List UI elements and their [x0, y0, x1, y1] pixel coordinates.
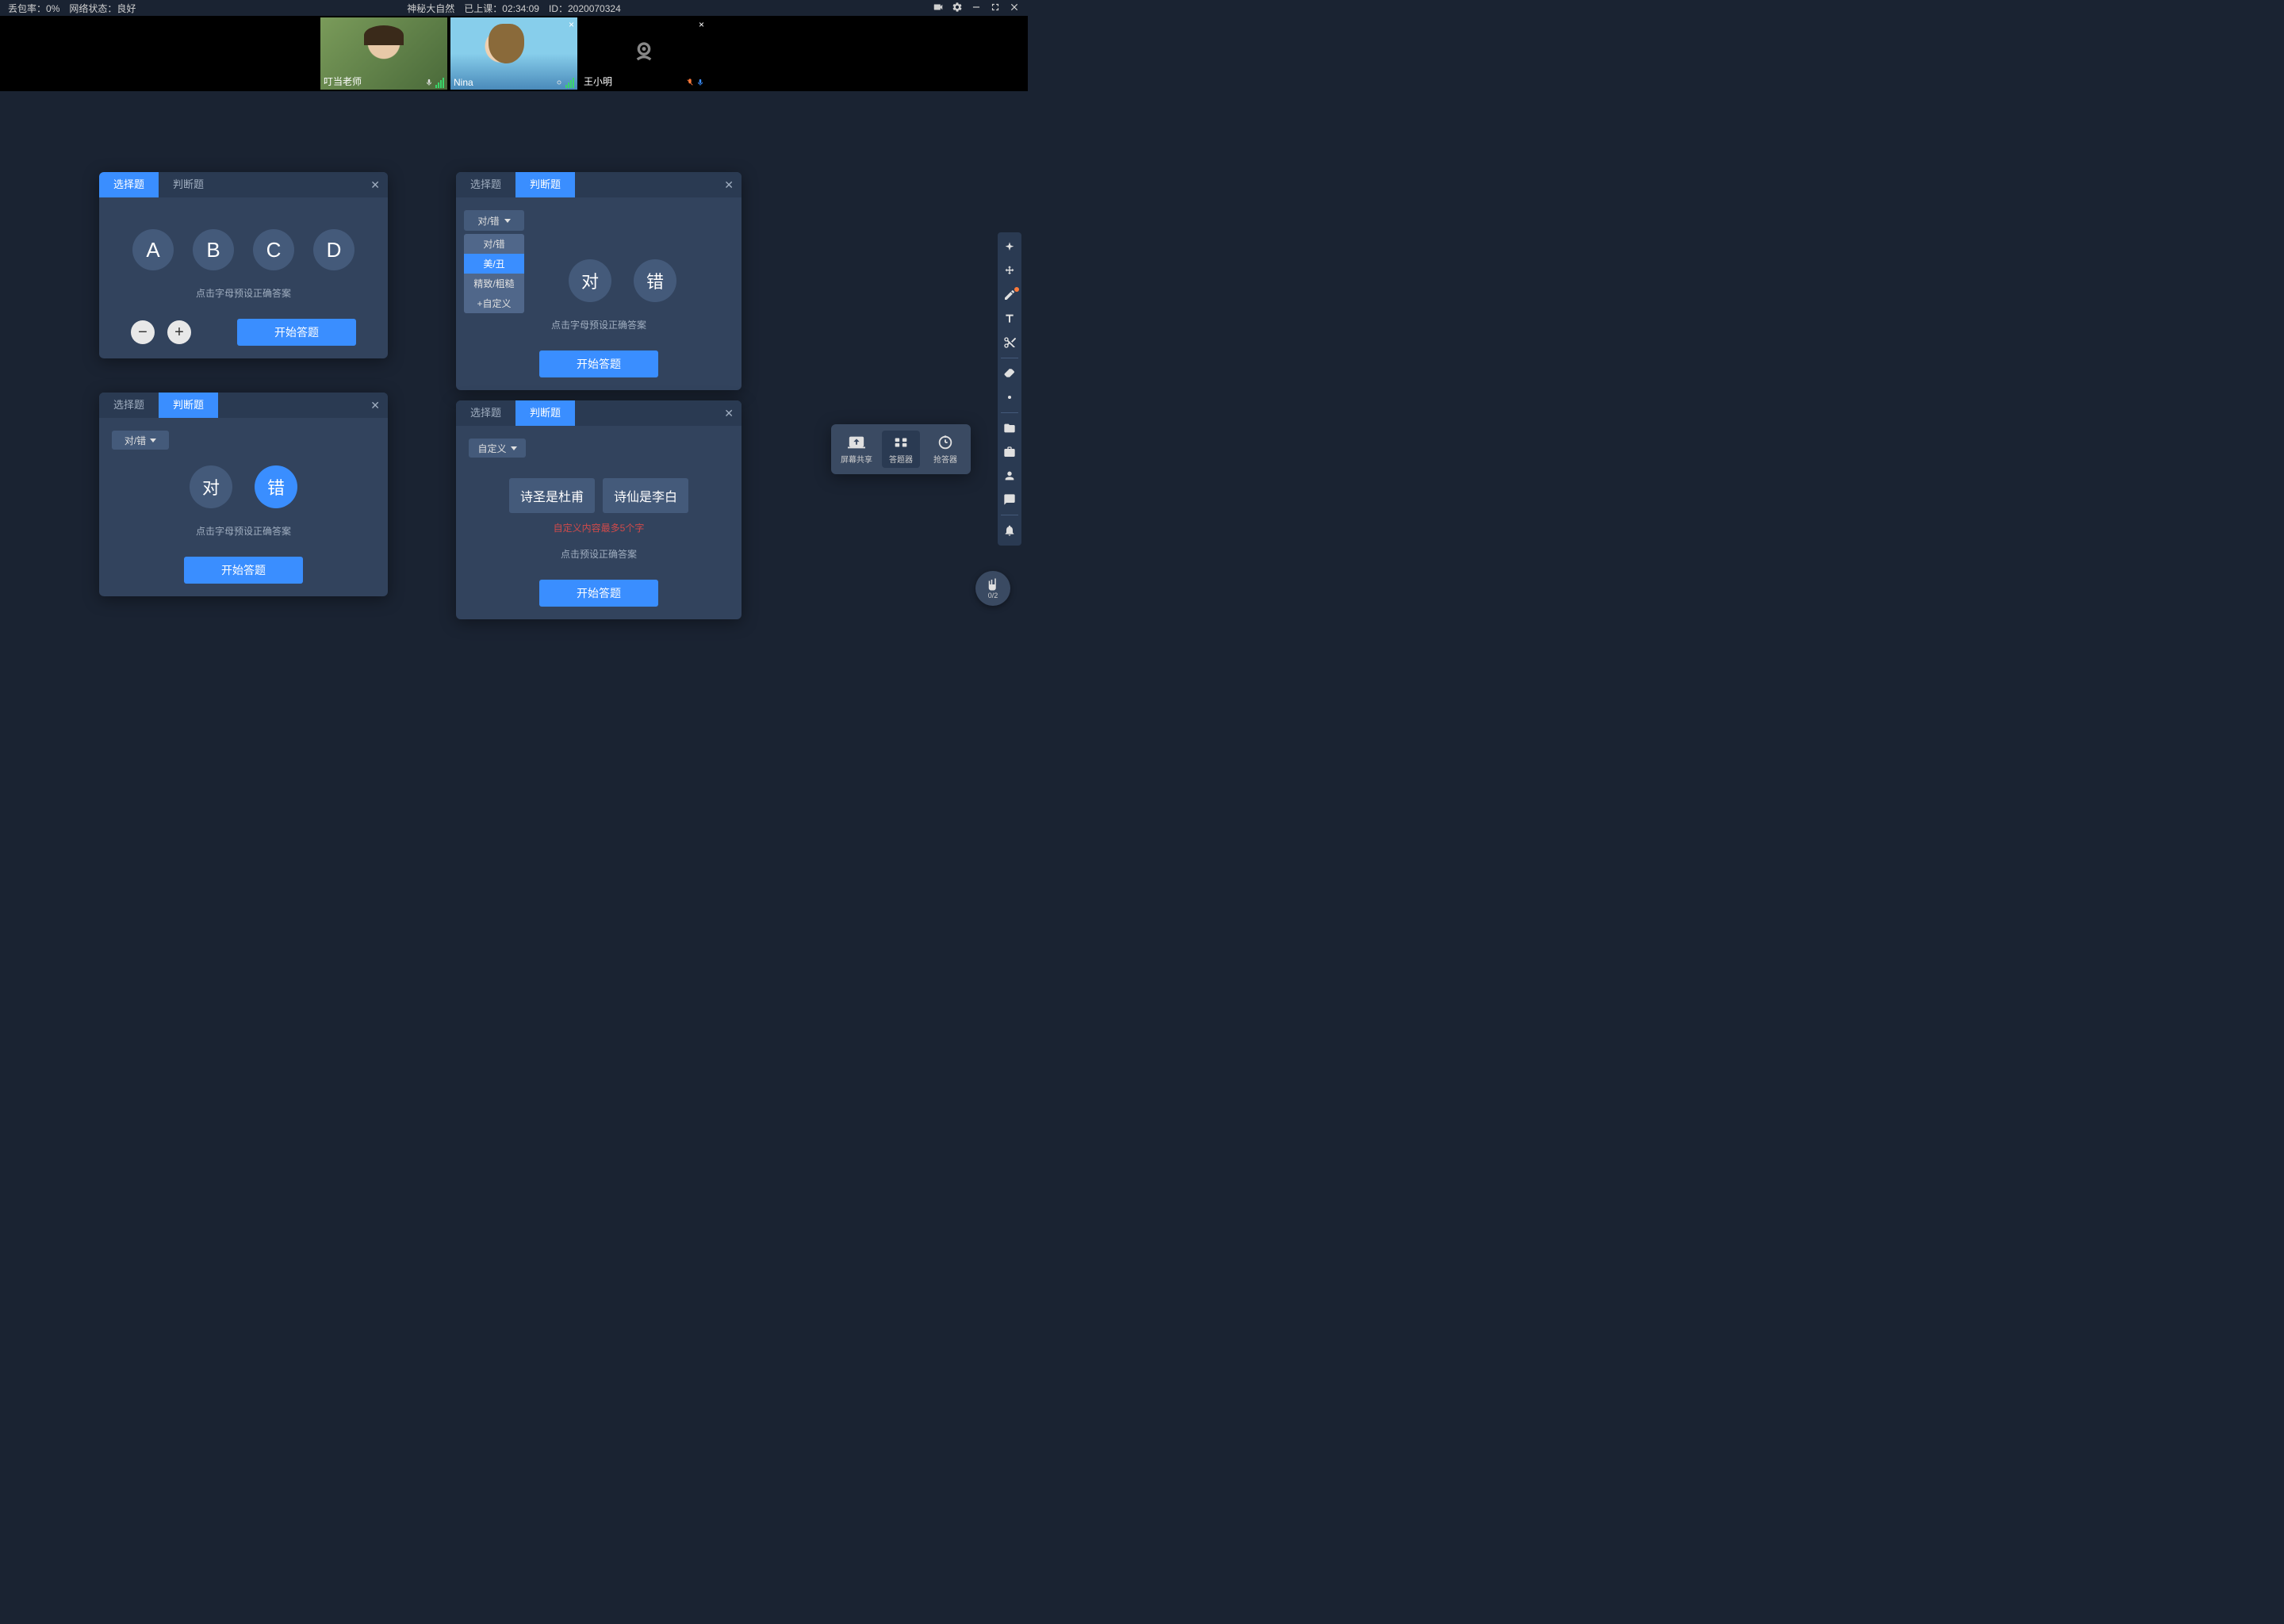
- tile-close-icon[interactable]: ×: [699, 19, 704, 30]
- participant-name: 叮当老师: [324, 75, 362, 88]
- close-icon[interactable]: ✕: [370, 399, 380, 412]
- add-option-button[interactable]: +: [167, 320, 191, 344]
- chevron-down-icon: [150, 439, 156, 442]
- option-a-button[interactable]: A: [132, 229, 174, 270]
- close-window-icon[interactable]: [1009, 2, 1020, 15]
- custom-option-chip[interactable]: 诗仙是李白: [603, 478, 688, 513]
- settings-icon[interactable]: [952, 2, 963, 15]
- toolbox-icon[interactable]: [999, 442, 1020, 462]
- person-icon[interactable]: [999, 465, 1020, 486]
- tab-judge[interactable]: 判断题: [515, 172, 575, 197]
- folder-icon[interactable]: [999, 418, 1020, 439]
- answer-tool-button[interactable]: 答题器: [882, 431, 920, 468]
- participant-name: 王小明: [584, 75, 612, 88]
- video-tile-teacher[interactable]: 叮当老师: [320, 17, 447, 90]
- option-c-button[interactable]: C: [253, 229, 294, 270]
- chevron-down-icon: [511, 446, 517, 450]
- tab-judge[interactable]: 判断题: [159, 393, 218, 418]
- hint-text: 点击预设正确答案: [561, 547, 637, 561]
- option-d-button[interactable]: D: [313, 229, 354, 270]
- custom-option-chip[interactable]: 诗圣是杜甫: [509, 478, 595, 513]
- cursor-tool-icon[interactable]: [999, 237, 1020, 258]
- tab-choice[interactable]: 选择题: [99, 172, 159, 197]
- start-answer-button[interactable]: 开始答题: [539, 350, 658, 377]
- fullscreen-icon[interactable]: [990, 2, 1001, 15]
- participant-video-strip: 叮当老师 × Nina × 王小明: [0, 16, 1028, 91]
- tab-choice[interactable]: 选择题: [99, 393, 159, 418]
- mic-icon: [696, 77, 704, 88]
- video-tile-student[interactable]: × Nina: [450, 17, 577, 90]
- screen-share-button[interactable]: 屏幕共享: [837, 431, 876, 468]
- session-id: ID：2020070324: [549, 2, 621, 15]
- judge-type-dropdown[interactable]: 自定义: [469, 439, 526, 458]
- tab-choice[interactable]: 选择题: [456, 172, 515, 197]
- quiz-panel-choice: 选择题 判断题 ✕ A B C D 点击字母预设正确答案 − + 开始答题: [99, 172, 388, 358]
- option-false-button[interactable]: 错: [255, 465, 297, 508]
- tab-choice[interactable]: 选择题: [456, 400, 515, 426]
- packet-loss: 丢包率：0%: [8, 2, 59, 15]
- video-tile-camera-off[interactable]: × 王小明: [581, 17, 707, 90]
- hand-count: 0/2: [988, 592, 998, 599]
- dropdown-option[interactable]: +自定义: [464, 293, 524, 313]
- top-status-bar: 丢包率：0% 网络状态：良好 神秘大自然 已上课：02:34:09 ID：202…: [0, 0, 1028, 16]
- option-false-button[interactable]: 错: [634, 259, 676, 302]
- minimize-icon[interactable]: [971, 2, 982, 15]
- remove-option-button[interactable]: −: [131, 320, 155, 344]
- judge-type-dropdown[interactable]: 对/错: [112, 431, 169, 450]
- dropdown-option[interactable]: 精致/粗糙: [464, 274, 524, 293]
- camera-toggle-icon[interactable]: [933, 2, 944, 15]
- dropdown-option[interactable]: 对/错: [464, 234, 524, 254]
- mic-icon: [425, 77, 433, 88]
- chat-icon[interactable]: [999, 489, 1020, 510]
- eraser-tool-icon[interactable]: [999, 363, 1020, 384]
- warning-text: 自定义内容最多5个字: [554, 521, 645, 534]
- tab-judge[interactable]: 判断题: [515, 400, 575, 426]
- hint-text: 点击字母预设正确答案: [196, 286, 291, 300]
- class-time: 已上课：02:34:09: [464, 2, 539, 15]
- tab-judge[interactable]: 判断题: [159, 172, 218, 197]
- audio-level-icon: [565, 78, 574, 88]
- mic-muted-icon: [686, 77, 694, 88]
- hint-text: 点击字母预设正确答案: [551, 318, 646, 331]
- tile-close-icon[interactable]: ×: [569, 19, 574, 30]
- network-status: 网络状态：良好: [69, 2, 136, 15]
- quiz-panel-judge-selected: 选择题 判断题 ✕ 对/错 对 错 点击字母预设正确答案 开始答题: [99, 393, 388, 596]
- course-title: 神秘大自然: [407, 2, 454, 15]
- chevron-down-icon: [504, 219, 511, 223]
- participant-name: Nina: [454, 77, 473, 88]
- judge-type-dropdown[interactable]: 对/错: [464, 210, 524, 231]
- raise-hand-button[interactable]: 0/2: [975, 571, 1010, 606]
- hint-text: 点击字母预设正确答案: [196, 524, 291, 538]
- close-icon[interactable]: ✕: [724, 407, 734, 420]
- option-b-button[interactable]: B: [193, 229, 234, 270]
- close-icon[interactable]: ✕: [370, 178, 380, 192]
- responder-button[interactable]: 抢答器: [926, 431, 964, 468]
- camera-off-icon: [628, 36, 660, 71]
- start-answer-button[interactable]: 开始答题: [237, 319, 356, 346]
- mic-icon: [555, 77, 563, 88]
- close-icon[interactable]: ✕: [724, 178, 734, 192]
- text-tool-icon[interactable]: [999, 308, 1020, 329]
- move-tool-icon[interactable]: [999, 261, 1020, 282]
- start-answer-button[interactable]: 开始答题: [184, 557, 303, 584]
- judge-type-dropdown-menu: 对/错 美/丑 精致/粗糙 +自定义: [464, 234, 524, 313]
- scissors-tool-icon[interactable]: [999, 332, 1020, 353]
- option-true-button[interactable]: 对: [190, 465, 232, 508]
- action-toolbar: 屏幕共享 答题器 抢答器: [831, 424, 971, 474]
- pen-tool-icon[interactable]: [999, 285, 1020, 305]
- start-answer-button[interactable]: 开始答题: [539, 580, 658, 607]
- dropdown-option[interactable]: 美/丑: [464, 254, 524, 274]
- quiz-panel-custom: 选择题 判断题 ✕ 自定义 诗圣是杜甫 诗仙是李白 自定义内容最多5个字 点击预…: [456, 400, 742, 619]
- right-tool-sidebar: [998, 232, 1021, 546]
- option-true-button[interactable]: 对: [569, 259, 611, 302]
- bell-icon[interactable]: [999, 520, 1020, 541]
- dot-tool-icon[interactable]: [999, 387, 1020, 408]
- audio-level-icon: [435, 78, 444, 88]
